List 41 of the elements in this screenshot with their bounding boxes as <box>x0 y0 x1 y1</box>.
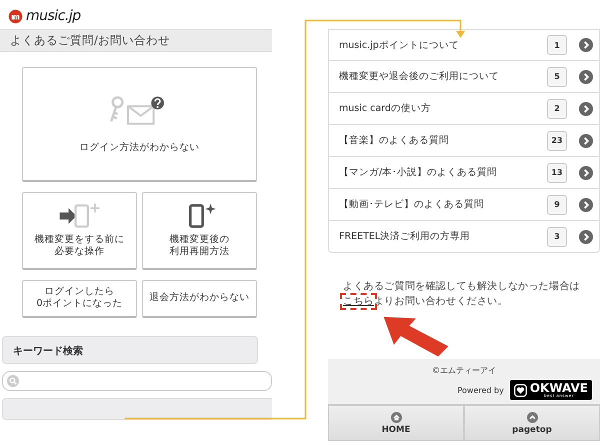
contact-link[interactable]: こちら <box>343 296 374 308</box>
chevron-right-icon <box>579 230 593 244</box>
count-badge: 5 <box>547 66 567 86</box>
category-row[interactable]: music cardの使い方 2 <box>329 92 599 124</box>
menu-card[interactable]: ログイン方法がわからない <box>22 66 257 182</box>
menu-card[interactable]: 機種変更後の 利用再開方法 <box>142 192 257 270</box>
category-row[interactable]: 機種変更や退会後のご利用について 5 <box>329 60 599 92</box>
category-row[interactable]: FREETEL決済ご利用の方専用 3 <box>329 220 599 252</box>
count-badge: 9 <box>547 194 567 214</box>
powered-by-text: Powered by <box>457 386 504 395</box>
nav-button[interactable]: HOME <box>328 405 464 442</box>
keyword-search-heading: キーワード検索 <box>2 336 258 364</box>
count-badge: 3 <box>547 226 567 246</box>
chevron-up-icon <box>526 412 538 423</box>
copyright-text: ©エムティーアイ <box>432 365 496 376</box>
menu-card[interactable]: 退会方法がわからない <box>142 280 257 318</box>
chevron-right-icon <box>579 198 593 212</box>
chevron-right-icon <box>579 70 593 84</box>
chevron-right-icon <box>579 166 593 180</box>
count-badge: 13 <box>547 162 567 182</box>
search-field[interactable] <box>2 370 272 391</box>
logo-text: music.jp <box>26 8 81 24</box>
menu-card[interactable]: 機種変更をする前に 必要な操作 <box>22 192 137 270</box>
category-row[interactable]: 【音楽】のよくある質問 23 <box>329 124 599 156</box>
home-icon <box>390 412 402 423</box>
page-title: よくあるご質問/お問い合わせ <box>0 28 272 52</box>
chevron-right-icon <box>579 134 593 148</box>
nav-button[interactable]: pagetop <box>464 405 600 442</box>
chevron-right-icon <box>579 38 593 52</box>
category-row[interactable]: music.jpポイントについて 1 <box>329 30 599 60</box>
arrow-phone-icon <box>58 202 102 230</box>
count-badge: 23 <box>547 130 567 150</box>
category-row[interactable]: 【動画･テレビ】のよくある質問 9 <box>329 188 599 220</box>
count-badge: 2 <box>547 98 567 118</box>
category-row[interactable]: 【マンガ/本･小説】のよくある質問 13 <box>329 156 599 188</box>
pointer-arrow <box>382 314 450 358</box>
logo-icon <box>8 8 23 24</box>
search-icon <box>7 374 19 387</box>
count-badge: 1 <box>547 35 567 55</box>
chevron-right-icon <box>579 102 593 116</box>
menu-card[interactable]: ログインしたら 0ポイントになった <box>22 280 137 318</box>
